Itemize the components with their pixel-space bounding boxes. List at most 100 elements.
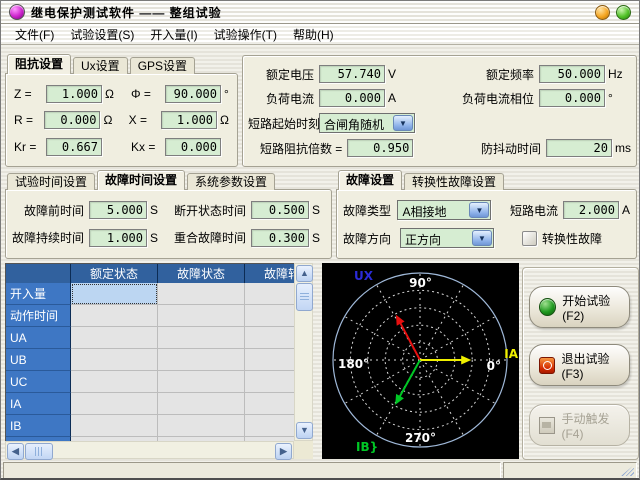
- start-icon: [539, 298, 556, 316]
- short-current-input[interactable]: [563, 201, 619, 219]
- chevron-down-icon[interactable]: ▼: [472, 230, 492, 246]
- fault-direction-combo[interactable]: 正方向 ▼: [400, 228, 494, 248]
- col-header-fault-state: 故障状态: [158, 264, 245, 284]
- fault-type-value: A相接地: [398, 201, 468, 219]
- fault-duration-input[interactable]: [89, 229, 147, 247]
- title-bar[interactable]: 继电保护测试软件 —— 整组试验: [1, 1, 639, 24]
- prefault-time-unit: S: [150, 203, 162, 217]
- table-cell[interactable]: [245, 349, 295, 371]
- open-state-time-unit: S: [312, 203, 320, 217]
- fault-direction-value: 正方向: [401, 229, 471, 247]
- table-cell[interactable]: [71, 305, 158, 327]
- table-cell[interactable]: [158, 327, 245, 349]
- vertical-scrollbar[interactable]: ▲ ▼: [294, 263, 313, 441]
- kx-input[interactable]: [165, 138, 221, 156]
- tab-test-time-settings[interactable]: 试验时间设置: [7, 173, 95, 190]
- chevron-down-icon[interactable]: ▼: [469, 202, 489, 218]
- x-input[interactable]: [161, 111, 217, 129]
- table-cell[interactable]: [71, 393, 158, 415]
- action-button-group: 开始试验(F2) 退出试验(F3) 手动触发(F4): [522, 267, 639, 460]
- table-cell[interactable]: [71, 415, 158, 437]
- table-cell[interactable]: [245, 415, 295, 437]
- kr-input[interactable]: [46, 138, 102, 156]
- convertible-fault-label: 转换性故障: [542, 230, 602, 247]
- table-cell[interactable]: [71, 327, 158, 349]
- reclose-fault-time-input[interactable]: [251, 229, 309, 247]
- scroll-down-icon[interactable]: ▼: [296, 422, 313, 439]
- load-current-input[interactable]: [319, 89, 385, 107]
- table-cell-selected[interactable]: [71, 283, 158, 305]
- tab-ux-settings[interactable]: Ux设置: [73, 57, 128, 74]
- minimize-button[interactable]: [595, 5, 610, 20]
- chevron-down-icon[interactable]: ▼: [393, 115, 413, 131]
- table-cell[interactable]: [245, 327, 295, 349]
- load-current-phase-label: 负荷电流相位: [404, 90, 534, 107]
- prefault-time-input[interactable]: [89, 201, 147, 219]
- horizontal-scrollbar[interactable]: ◀ ▶: [5, 441, 294, 459]
- table-cell[interactable]: [245, 393, 295, 415]
- vertical-scroll-thumb[interactable]: [296, 283, 313, 311]
- menu-input-quantity[interactable]: 开入量(I): [142, 24, 205, 45]
- menu-bar: 文件(F) 试验设置(S) 开入量(I) 试验操作(T) 帮助(H): [1, 24, 639, 45]
- rated-frequency-input[interactable]: [539, 65, 605, 83]
- time-settings-panel: 试验时间设置 故障时间设置 系统参数设置 故障前时间 S 断开状态时间 S 故障…: [5, 171, 332, 259]
- tab-fault-time-settings[interactable]: 故障时间设置: [97, 170, 185, 190]
- menu-test-operation[interactable]: 试验操作(T): [206, 24, 285, 45]
- r-label: R =: [14, 113, 44, 127]
- resize-grip[interactable]: [621, 465, 634, 476]
- rated-voltage-input[interactable]: [319, 65, 385, 83]
- table-cell[interactable]: [158, 415, 245, 437]
- horizontal-scroll-thumb[interactable]: [25, 443, 53, 460]
- manual-trigger-label: 手动触发(F4): [561, 410, 629, 441]
- tab-gps-settings[interactable]: GPS设置: [130, 57, 195, 74]
- impedance-multiple-label: 短路阻抗倍数 =: [248, 140, 342, 157]
- close-button[interactable]: [616, 5, 631, 20]
- angle-label-270: 270°: [405, 431, 436, 445]
- phasor-diagram: 90° 180° 0° 270° UX IA IB}: [322, 263, 519, 459]
- table-cell[interactable]: [158, 283, 245, 305]
- table-cell[interactable]: [158, 305, 245, 327]
- tab-fault-settings[interactable]: 故障设置: [338, 170, 402, 190]
- impedance-panel: 阻抗设置 Ux设置 GPS设置 Z = Ω Φ = ° R = Ω X = Ω: [5, 55, 238, 167]
- table-cell[interactable]: [71, 349, 158, 371]
- phi-input[interactable]: [165, 85, 221, 103]
- table-cell[interactable]: [245, 283, 295, 305]
- convertible-fault-checkbox[interactable]: [522, 231, 537, 246]
- row-header: UA: [6, 327, 71, 349]
- tab-system-param-settings[interactable]: 系统参数设置: [187, 173, 275, 190]
- short-start-combo[interactable]: 合闸角随机 ▼: [319, 113, 415, 133]
- tab-convertible-fault-settings[interactable]: 转换性故障设置: [404, 173, 504, 190]
- table-cell[interactable]: [158, 349, 245, 371]
- fault-duration-label: 故障持续时间: [12, 229, 84, 246]
- table-cell[interactable]: [158, 393, 245, 415]
- menu-file[interactable]: 文件(F): [7, 24, 62, 45]
- scroll-up-icon[interactable]: ▲: [296, 265, 313, 282]
- angle-label-90: 90°: [409, 276, 432, 290]
- exit-test-button[interactable]: 退出试验(F3): [529, 344, 630, 386]
- tab-impedance-settings[interactable]: 阻抗设置: [7, 54, 71, 74]
- table-cell[interactable]: [71, 371, 158, 393]
- manual-trigger-button[interactable]: 手动触发(F4): [529, 404, 630, 446]
- scroll-right-icon[interactable]: ▶: [275, 443, 292, 460]
- scroll-left-icon[interactable]: ◀: [7, 443, 24, 460]
- impedance-multiple-input[interactable]: [347, 139, 413, 157]
- menu-test-settings[interactable]: 试验设置(S): [62, 24, 142, 45]
- table-cell[interactable]: [245, 371, 295, 393]
- results-table[interactable]: 额定状态 故障状态 故障转换 开入量 动作时间 UA UB UC IA IB I…: [5, 263, 295, 442]
- menu-help[interactable]: 帮助(H): [285, 24, 342, 45]
- open-state-time-input[interactable]: [251, 201, 309, 219]
- load-current-phase-input[interactable]: [539, 89, 605, 107]
- fault-type-combo[interactable]: A相接地 ▼: [397, 200, 491, 220]
- z-unit: Ω: [105, 87, 123, 101]
- stop-icon: [539, 357, 555, 374]
- phasor-label-ib: IB}: [356, 440, 378, 454]
- z-input[interactable]: [46, 85, 102, 103]
- application-window: 继电保护测试软件 —— 整组试验 文件(F) 试验设置(S) 开入量(I) 试验…: [0, 0, 640, 480]
- r-input[interactable]: [44, 111, 100, 129]
- table-cell[interactable]: [245, 305, 295, 327]
- start-test-button[interactable]: 开始试验(F2): [529, 286, 630, 328]
- table-cell[interactable]: [158, 371, 245, 393]
- rated-frequency-unit: Hz: [608, 67, 623, 81]
- debounce-time-label: 防抖动时间: [413, 140, 541, 157]
- debounce-time-input[interactable]: [546, 139, 612, 157]
